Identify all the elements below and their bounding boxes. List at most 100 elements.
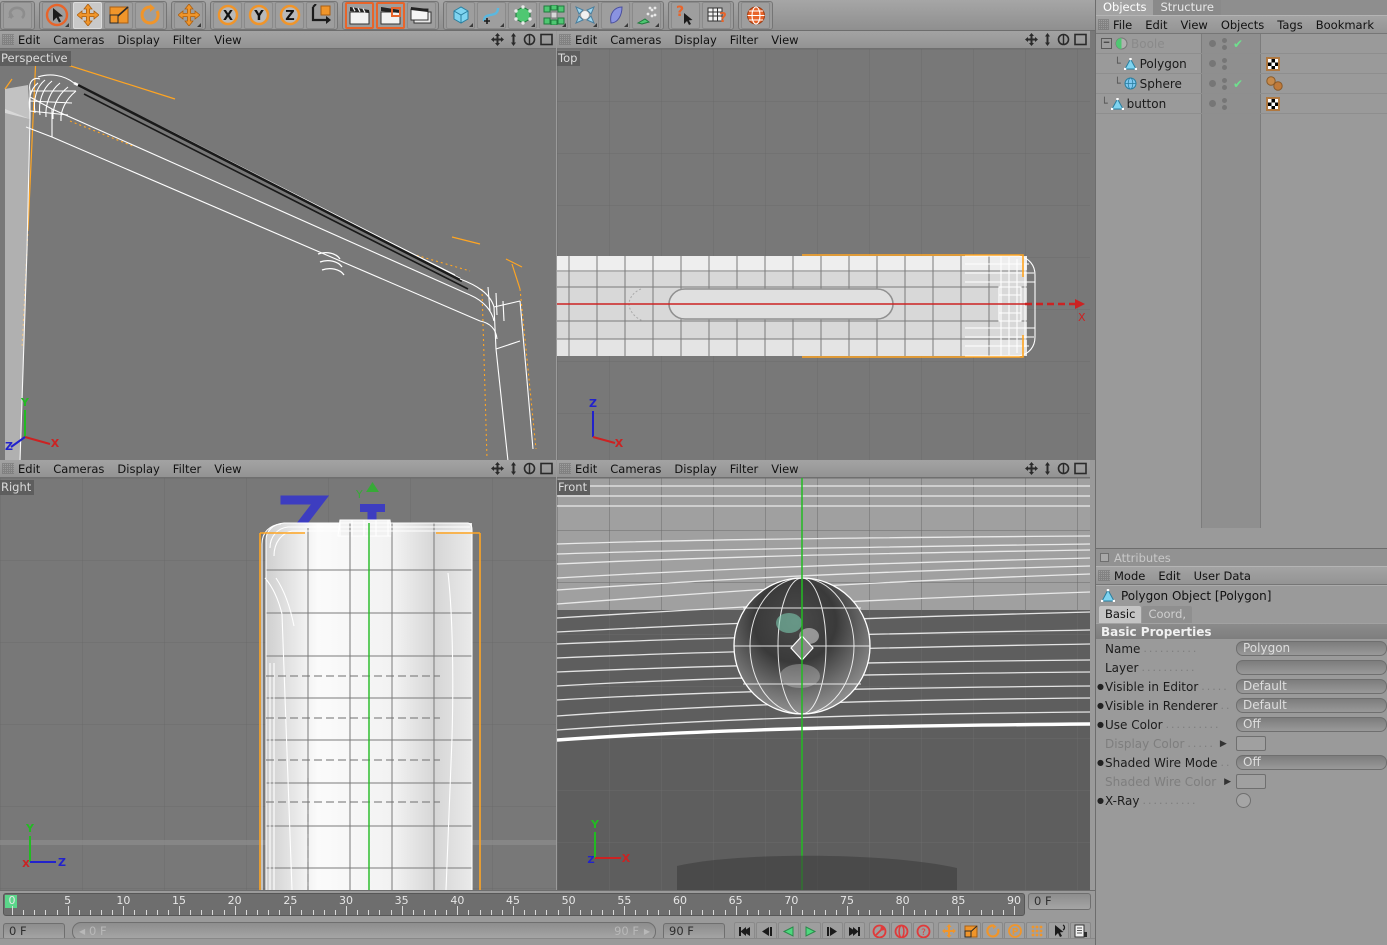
object-row-polygon[interactable]: └ Polygon	[1096, 54, 1387, 74]
om-menu-view[interactable]: View	[1181, 18, 1208, 32]
editor-visibility-dot[interactable]	[1209, 100, 1216, 107]
checker-tag-icon[interactable]	[1266, 56, 1280, 71]
maximize-icon[interactable]	[540, 462, 553, 475]
vp-menu-filter[interactable]: Filter	[173, 33, 201, 47]
attr-field-name[interactable]: Polygon	[1236, 641, 1387, 656]
attr-menu-userdata[interactable]: User Data	[1194, 569, 1251, 583]
dolly-icon[interactable]	[1042, 33, 1053, 46]
panel-toggle-box[interactable]	[1100, 553, 1109, 562]
vp-menu-display[interactable]: Display	[674, 33, 716, 47]
panel-grip[interactable]	[559, 34, 571, 45]
editor-visibility-dot[interactable]	[1209, 80, 1216, 87]
row-bullet-icon[interactable]: ●	[1096, 796, 1105, 805]
enabled-check-icon[interactable]: ✔	[1233, 78, 1243, 90]
pan-icon[interactable]	[491, 462, 504, 475]
move-tool[interactable]	[73, 1, 102, 29]
visibility-dots[interactable]: ✔	[1201, 34, 1261, 53]
attr-field-visible-renderer[interactable]: Default	[1236, 698, 1387, 713]
viewport-front-canvas[interactable]: Front Y X Z	[557, 478, 1090, 890]
rotate-icon[interactable]	[1057, 33, 1070, 46]
spline-tool[interactable]	[477, 1, 506, 29]
render-visibility-dots[interactable]	[1222, 97, 1227, 110]
render-visibility-dots[interactable]	[1222, 57, 1227, 70]
attr-tab-basic[interactable]: Basic	[1099, 606, 1142, 623]
attr-swatch-shaded-wire-color[interactable]	[1236, 774, 1266, 789]
tab-objects[interactable]: Objects	[1096, 0, 1154, 15]
render-view-button[interactable]	[345, 1, 374, 29]
maximize-icon[interactable]	[1074, 462, 1087, 475]
attr-field-visible-editor[interactable]: Default	[1236, 679, 1387, 694]
attr-swatch-display-color[interactable]	[1236, 736, 1266, 751]
viewport-top-canvas[interactable]: Top X Z X	[557, 49, 1090, 460]
vp-menu-edit[interactable]: Edit	[18, 33, 40, 47]
attr-field-layer[interactable]	[1236, 660, 1387, 675]
vp-menu-edit[interactable]: Edit	[575, 462, 597, 476]
om-menu-edit[interactable]: Edit	[1145, 18, 1167, 32]
panel-grip[interactable]	[2, 463, 14, 474]
rotate-tool[interactable]	[135, 1, 164, 29]
panel-grip[interactable]	[559, 463, 571, 474]
world-object-coordinates[interactable]	[306, 1, 335, 29]
object-row-button[interactable]: └ button	[1096, 94, 1387, 114]
object-row-boole[interactable]: − Boole ✔	[1096, 34, 1387, 54]
viewport-right-canvas[interactable]: Right Y Y Z X	[0, 478, 556, 890]
cube-primitive[interactable]	[446, 1, 475, 29]
render-visibility-dots[interactable]	[1222, 77, 1227, 90]
table-help-button[interactable]: ?	[702, 1, 731, 29]
dolly-icon[interactable]	[508, 33, 519, 46]
om-menu-objects[interactable]: Objects	[1221, 18, 1264, 32]
object-tags[interactable]	[1266, 96, 1280, 111]
editor-visibility-dot[interactable]	[1209, 60, 1216, 67]
x-axis-lock[interactable]: X	[213, 1, 242, 29]
vp-menu-filter[interactable]: Filter	[730, 462, 758, 476]
attr-menu-edit[interactable]: Edit	[1158, 569, 1180, 583]
y-axis-lock[interactable]: Y	[244, 1, 273, 29]
scrub-right-arrow-icon[interactable]: ▶	[644, 927, 650, 936]
enabled-check-icon[interactable]: ✔	[1233, 38, 1243, 50]
array-tool[interactable]	[539, 1, 568, 29]
render-visibility-dots[interactable]	[1222, 37, 1227, 50]
dolly-icon[interactable]	[1042, 462, 1053, 475]
maximize-icon[interactable]	[1074, 33, 1087, 46]
pan-icon[interactable]	[1025, 462, 1038, 475]
pan-icon[interactable]	[491, 33, 504, 46]
panel-grip[interactable]	[2, 34, 14, 45]
row-bullet-icon[interactable]: ●	[1096, 720, 1105, 729]
object-tags[interactable]	[1266, 56, 1280, 71]
help-cursor-button[interactable]: ?	[671, 1, 700, 29]
timeline-frame-field-top[interactable]: 0 F	[1028, 893, 1091, 910]
attr-checkbox-xray[interactable]	[1236, 793, 1251, 808]
visibility-dots[interactable]: ✔	[1201, 74, 1261, 93]
deformer-tool[interactable]	[570, 1, 599, 29]
vp-menu-cameras[interactable]: Cameras	[53, 462, 104, 476]
viewport-perspective[interactable]: Edit Cameras Display Filter View Perspec…	[0, 31, 556, 460]
row-bullet-icon[interactable]: ●	[1096, 682, 1105, 691]
visibility-dots[interactable]	[1201, 94, 1261, 113]
render-settings-button[interactable]	[407, 1, 436, 29]
vp-menu-display[interactable]: Display	[117, 462, 159, 476]
render-region-button[interactable]	[376, 1, 405, 29]
visibility-dots[interactable]	[1201, 54, 1261, 73]
particle-tool[interactable]	[632, 1, 661, 29]
world-move-tool[interactable]	[174, 1, 203, 29]
expand-arrow-icon[interactable]: ▶	[1224, 777, 1231, 787]
row-bullet-icon[interactable]: ●	[1096, 758, 1105, 767]
expand-arrow-icon[interactable]: ▶	[1220, 739, 1227, 749]
vp-menu-cameras[interactable]: Cameras	[610, 33, 661, 47]
current-frame-field[interactable]: 0 F	[3, 922, 65, 940]
object-row-sphere[interactable]: └ Sphere ✔	[1096, 74, 1387, 94]
online-help-button[interactable]	[741, 1, 770, 29]
row-bullet-icon[interactable]: ●	[1096, 701, 1105, 710]
vp-menu-display[interactable]: Display	[117, 33, 159, 47]
timeline-ruler[interactable]: 0 5 10 15 20 25 30 35 40 45 50 55 60 65 70 75 80 85 90	[3, 893, 1025, 916]
expander-minus-icon[interactable]: −	[1101, 38, 1112, 49]
vp-menu-view[interactable]: View	[214, 33, 241, 47]
attr-menu-mode[interactable]: Mode	[1114, 569, 1145, 583]
om-menu-tags[interactable]: Tags	[1277, 18, 1302, 32]
viewport-perspective-canvas[interactable]: Perspective Y X Z	[0, 49, 556, 460]
vp-menu-cameras[interactable]: Cameras	[53, 33, 104, 47]
live-selection-tool[interactable]	[42, 1, 71, 29]
tab-structure[interactable]: Structure	[1153, 0, 1221, 15]
attr-tab-coord[interactable]: Coord,	[1142, 606, 1193, 623]
viewport-right[interactable]: Edit Cameras Display Filter View Right Y…	[0, 460, 556, 890]
